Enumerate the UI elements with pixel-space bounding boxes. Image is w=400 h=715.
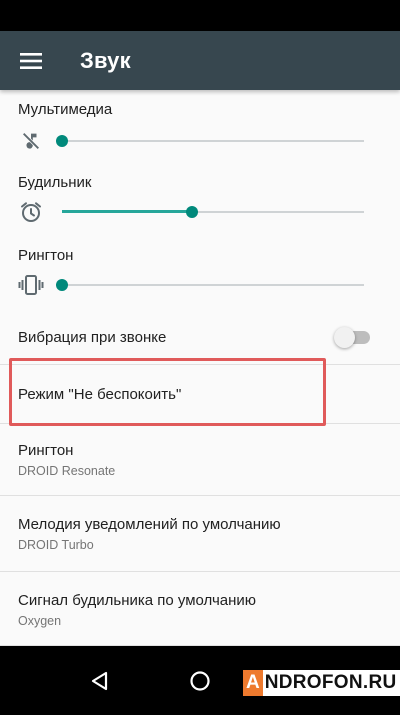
- status-bar: [0, 0, 400, 31]
- vibrate-icon[interactable]: [17, 271, 45, 299]
- media-volume-row: Мультимедиа: [0, 90, 400, 162]
- slider-thumb[interactable]: [185, 206, 198, 218]
- vibration-toggle[interactable]: [334, 326, 372, 348]
- media-volume-slider[interactable]: [56, 131, 364, 151]
- alarm-clock-icon[interactable]: [17, 198, 45, 226]
- app-bar: Звук: [0, 31, 400, 90]
- ringtone-volume-row: Рингтон: [0, 236, 400, 308]
- watermark-text: NDROFON.RU: [262, 670, 400, 696]
- vibration-label: Вибрация при звонке: [18, 329, 167, 346]
- alarm-volume-row: Будильник: [0, 162, 400, 234]
- watermark-letter: A: [243, 670, 263, 696]
- notification-sound-row[interactable]: Мелодия уведомлений по умолчанию DROID T…: [0, 496, 400, 571]
- back-triangle-icon[interactable]: [80, 661, 120, 701]
- alarm-volume-slider[interactable]: [62, 202, 364, 222]
- hamburger-menu-icon[interactable]: [0, 31, 62, 90]
- alarm-sound-title: Сигнал будильника по умолчанию: [18, 592, 257, 609]
- ringtone-row[interactable]: Рингтон DROID Resonate: [0, 424, 400, 495]
- slider-track: [62, 140, 364, 142]
- alarm-sound-row[interactable]: Сигнал будильника по умолчанию Oxygen: [0, 572, 400, 646]
- vibration-row[interactable]: Вибрация при звонке: [0, 310, 400, 364]
- highlight-frame: [9, 358, 326, 426]
- alarm-sound-value: Oxygen: [18, 614, 62, 628]
- slider-fill: [62, 210, 192, 213]
- notification-sound-value: DROID Turbo: [18, 538, 94, 552]
- home-circle-icon[interactable]: [180, 661, 220, 701]
- toggle-thumb: [334, 327, 355, 348]
- ringtone-volume-slider[interactable]: [56, 275, 364, 295]
- page-title: Звук: [80, 47, 131, 73]
- ringtone-volume-label: Рингтон: [18, 247, 74, 264]
- ringtone-value: DROID Resonate: [18, 464, 116, 478]
- slider-thumb[interactable]: [56, 135, 68, 147]
- alarm-volume-label: Будильник: [18, 174, 92, 191]
- ringtone-title: Рингтон: [18, 442, 74, 459]
- notification-sound-title: Мелодия уведомлений по умолчанию: [18, 516, 281, 533]
- settings-list: Мультимедиа Будильник Рингтон Вибрация п…: [0, 90, 400, 646]
- slider-thumb[interactable]: [56, 279, 68, 291]
- music-muted-icon[interactable]: [17, 127, 45, 155]
- slider-track: [62, 284, 364, 286]
- media-volume-label: Мультимедиа: [18, 101, 113, 118]
- site-watermark: A NDROFON.RU: [243, 670, 400, 696]
